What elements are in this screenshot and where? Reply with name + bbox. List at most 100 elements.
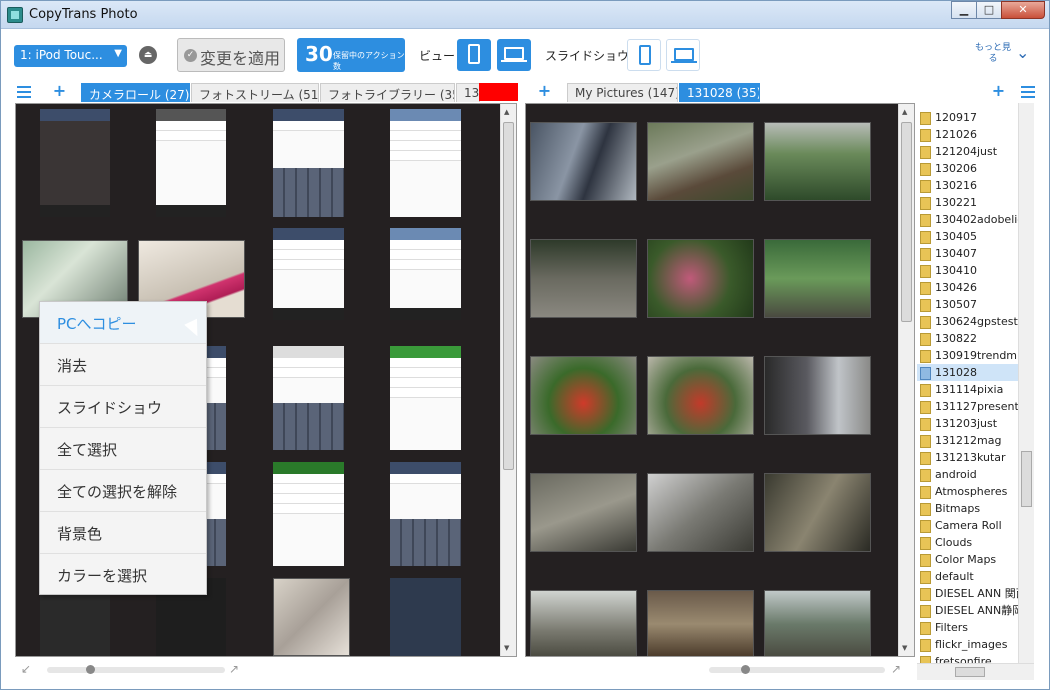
menu-icon[interactable] <box>17 86 31 98</box>
photo-thumbnail[interactable] <box>273 228 344 320</box>
photo-thumbnail[interactable] <box>273 109 344 217</box>
photo-thumbnail[interactable] <box>530 239 637 318</box>
photo-thumbnail[interactable] <box>390 109 461 217</box>
folder-item[interactable]: 131127present <box>917 398 1034 415</box>
folder-item[interactable]: android <box>917 466 1034 483</box>
chevron-down-icon[interactable]: ⌄ <box>1016 43 1029 62</box>
scroll-down-icon[interactable]: ▼ <box>902 644 907 652</box>
photo-thumbnail[interactable] <box>273 346 344 450</box>
folder-item[interactable]: 131213kutar <box>917 449 1034 466</box>
tab-photo-stream[interactable]: フォトストリーム (51) <box>191 83 319 102</box>
slider-knob[interactable] <box>86 665 95 674</box>
folder-item[interactable]: DIESEL ANN 関西 <box>917 585 1034 602</box>
folder-item[interactable]: 130919trendmicro <box>917 347 1034 364</box>
folder-item[interactable]: Bitmaps <box>917 500 1034 517</box>
device-select[interactable]: 1: iPod Touc... ▼ <box>14 45 127 67</box>
menu-item-background-color[interactable]: 背景色 <box>40 512 206 554</box>
folder-item[interactable]: 130221 <box>917 194 1034 211</box>
menu-item-select-all[interactable]: 全て選択 <box>40 428 206 470</box>
add-folder-icon[interactable]: + <box>537 83 552 99</box>
photo-thumbnail[interactable] <box>273 462 344 566</box>
folder-item[interactable]: 130426 <box>917 279 1034 296</box>
folder-item[interactable]: 131212mag <box>917 432 1034 449</box>
folder-item[interactable]: Atmospheres <box>917 483 1034 500</box>
menu-item-delete[interactable]: 消去 <box>40 344 206 386</box>
scrollbar-thumb[interactable] <box>503 122 514 470</box>
photo-thumbnail[interactable] <box>764 590 871 656</box>
right-vertical-scrollbar[interactable]: ▲ ▼ <box>898 104 914 656</box>
photo-thumbnail[interactable] <box>40 109 110 217</box>
folder-item[interactable]: 130410 <box>917 262 1034 279</box>
view-pc-button[interactable] <box>497 39 531 71</box>
slideshow-phone-button[interactable] <box>627 39 661 71</box>
folder-item[interactable]: 130206 <box>917 160 1034 177</box>
menu-item-choose-color[interactable]: カラーを選択 <box>40 554 206 596</box>
right-zoom-slider[interactable] <box>709 665 885 674</box>
photo-thumbnail[interactable] <box>530 356 637 435</box>
folder-item[interactable]: 130216 <box>917 177 1034 194</box>
folder-horizontal-scrollbar[interactable] <box>917 663 1034 680</box>
photo-thumbnail[interactable] <box>390 578 461 656</box>
close-button[interactable]: ✕ <box>1001 1 1045 19</box>
photo-thumbnail[interactable] <box>647 356 754 435</box>
photo-thumbnail[interactable] <box>647 239 754 318</box>
scroll-up-icon[interactable]: ▲ <box>504 108 509 116</box>
menu-item-slideshow[interactable]: スライドショウ <box>40 386 206 428</box>
photo-thumbnail[interactable] <box>764 122 871 201</box>
photo-thumbnail[interactable] <box>764 239 871 318</box>
slideshow-pc-button[interactable] <box>666 39 700 71</box>
left-zoom-slider[interactable] <box>47 665 225 674</box>
folder-item[interactable]: DIESEL ANN静岡 <box>917 602 1034 619</box>
left-vertical-scrollbar[interactable]: ▲ ▼ <box>500 104 516 656</box>
slider-knob[interactable] <box>741 665 750 674</box>
tab-album-13[interactable]: 13 <box>456 83 480 102</box>
folder-item[interactable]: Color Maps <box>917 551 1034 568</box>
maximize-button[interactable]: □ <box>976 1 1002 19</box>
folder-item[interactable]: flickr_images <box>917 636 1034 653</box>
photo-thumbnail[interactable] <box>156 109 226 217</box>
photo-thumbnail[interactable] <box>390 228 461 320</box>
folder-item[interactable]: 130407 <box>917 245 1034 262</box>
folder-item[interactable]: 120917 <box>917 109 1034 126</box>
folder-item[interactable]: Clouds <box>917 534 1034 551</box>
eject-icon[interactable]: ⏏ <box>139 46 157 64</box>
add-album-icon[interactable]: + <box>52 83 67 99</box>
photo-thumbnail[interactable] <box>530 473 637 552</box>
folder-item[interactable]: 131114pixia <box>917 381 1034 398</box>
tab-camera-roll[interactable]: カメラロール (27) <box>81 83 190 102</box>
shrink-icon[interactable]: ↙ <box>21 662 35 676</box>
photo-thumbnail[interactable] <box>390 346 461 450</box>
pending-actions-button[interactable]: 30 保留中のアクション数 <box>297 38 405 72</box>
photo-thumbnail[interactable] <box>764 356 871 435</box>
menu-item-copy-to-pc[interactable]: PCへコピー <box>40 302 206 344</box>
photo-thumbnail[interactable] <box>647 122 754 201</box>
photo-thumbnail[interactable] <box>764 473 871 552</box>
photo-thumbnail[interactable] <box>647 590 754 656</box>
folder-item[interactable]: fretsonfire <box>917 653 1034 663</box>
scrollbar-thumb[interactable] <box>901 122 912 322</box>
add-folder-icon[interactable]: + <box>991 83 1006 99</box>
menu-icon[interactable] <box>1021 86 1035 98</box>
folder-item[interactable]: 121204just <box>917 143 1034 160</box>
photo-thumbnail[interactable] <box>390 462 461 566</box>
scroll-down-icon[interactable]: ▼ <box>504 644 509 652</box>
scrollbar-thumb[interactable] <box>1021 451 1032 507</box>
more-button[interactable]: もっと見る <box>973 43 1013 65</box>
photo-thumbnail[interactable] <box>647 473 754 552</box>
view-phone-button[interactable] <box>457 39 491 71</box>
expand-icon[interactable]: ↗ <box>229 662 243 676</box>
folder-item[interactable]: Camera Roll <box>917 517 1034 534</box>
folder-item[interactable]: Filters <box>917 619 1034 636</box>
folder-item[interactable]: 131028 <box>917 364 1034 381</box>
expand-icon[interactable]: ↗ <box>891 662 905 676</box>
folder-item[interactable]: 130507 <box>917 296 1034 313</box>
tab-my-pictures[interactable]: My Pictures (147) <box>567 83 678 102</box>
folder-item[interactable]: 121026 <box>917 126 1034 143</box>
photo-thumbnail[interactable] <box>273 578 350 656</box>
photo-thumbnail[interactable] <box>530 590 637 656</box>
folder-item[interactable]: default <box>917 568 1034 585</box>
tab-folder-131028[interactable]: 131028 (35) <box>679 83 760 102</box>
tab-photo-library[interactable]: フォトライブラリー (35) <box>320 83 455 102</box>
folder-item[interactable]: 130822 <box>917 330 1034 347</box>
scrollbar-thumb[interactable] <box>955 667 985 677</box>
